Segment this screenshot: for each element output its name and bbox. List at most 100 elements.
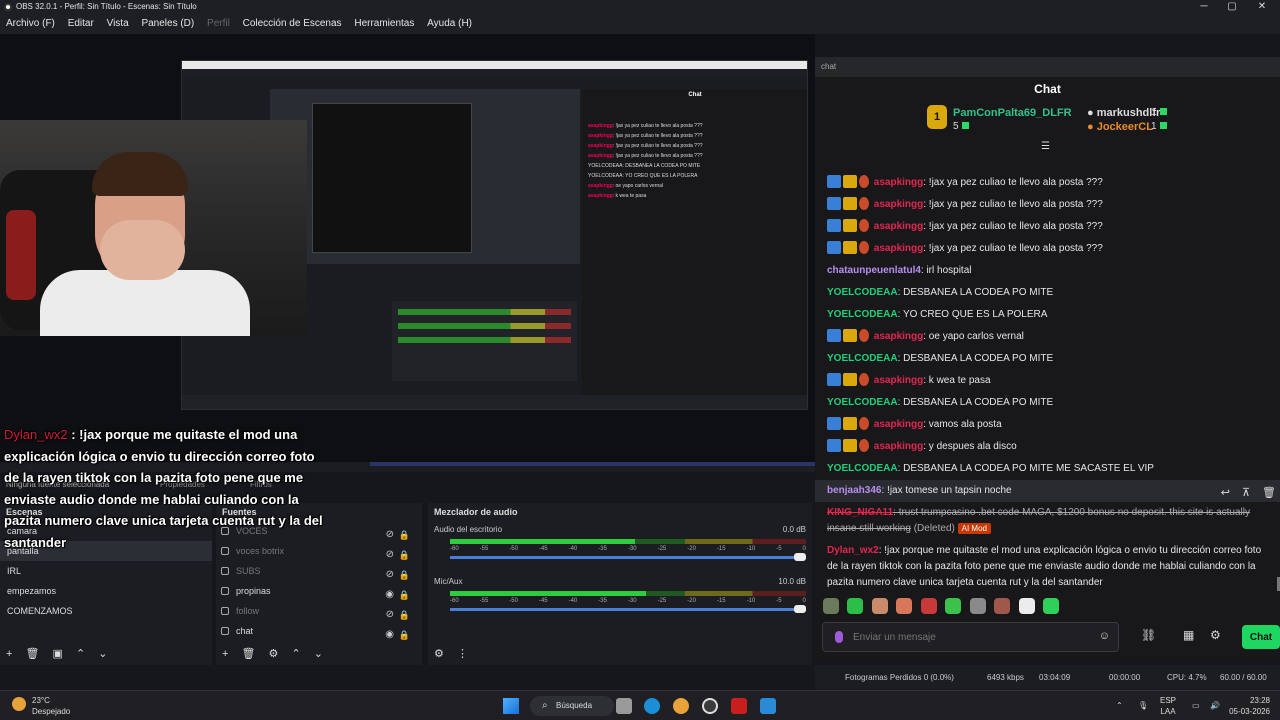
emote-icon[interactable] <box>1043 598 1060 614</box>
volume-icon[interactable]: 🔊 <box>1210 700 1220 711</box>
title-bar: OBS 32.0.1 - Perfil: Sin Título - Escena… <box>0 0 1280 14</box>
volume-knob[interactable] <box>794 605 806 613</box>
menu-vista[interactable]: Vista <box>103 14 133 34</box>
mic-icon[interactable] <box>835 631 843 643</box>
add-source-icon[interactable]: + <box>222 648 228 660</box>
recorder-icon[interactable] <box>731 698 747 714</box>
scale-tick-label: -40 <box>568 546 578 552</box>
source-settings-icon[interactable]: ⚙ <box>269 648 279 660</box>
scale-tick-label: -40 <box>568 598 578 604</box>
clock[interactable]: 23:28 05-03-2026 <box>1226 695 1270 717</box>
store-icon[interactable]: ▦ <box>1183 628 1194 642</box>
gift-icon <box>961 122 969 129</box>
chat-input-box[interactable]: ☺ <box>822 622 1119 652</box>
chat-messages: asapkingg: !jax ya pez culiao te llevo a… <box>815 172 1280 592</box>
leader-first-name[interactable]: PamConPalta69_DLFR <box>953 107 1072 119</box>
move-up-icon[interactable]: ⌃ <box>76 648 85 660</box>
chat-message-hovered[interactable]: benjaah346: !jax tomese un tapsin noche … <box>815 480 1280 502</box>
more-icon[interactable]: ⋮ <box>457 648 468 660</box>
chat-send-button[interactable]: Chat <box>1242 625 1280 649</box>
source-item[interactable]: chat ◉ 🔒 <box>216 621 422 641</box>
delete-icon[interactable]: 🗑 <box>1262 487 1276 499</box>
network-icon[interactable]: ▭ <box>1192 700 1200 711</box>
chat-message: YOELCODEAA: DESBANEA LA CODEA PO MITE <box>827 353 1054 364</box>
windows-start-icon[interactable] <box>503 698 519 714</box>
source-item[interactable]: SUBS ⊘ 🔒 <box>216 561 422 581</box>
emoji-icon[interactable]: ☺ <box>1099 630 1110 642</box>
scene-item[interactable]: COMENZAMOS <box>0 601 212 621</box>
add-scene-icon[interactable]: + <box>6 648 12 660</box>
reply-icon[interactable]: ↩ <box>1221 487 1230 499</box>
taskbar-search[interactable]: ⌕ Búsqueda <box>530 696 614 716</box>
pin-icon[interactable]: ⊼ <box>1242 487 1250 499</box>
crown-badge-icon <box>843 329 857 342</box>
edge-icon[interactable] <box>644 698 660 714</box>
tray-chevron-icon[interactable]: ⌃ <box>1116 700 1123 711</box>
menu-archivo[interactable]: Archivo (F) <box>2 14 59 34</box>
menu-bar: Archivo (F) Editar Vista Paneles (D) Per… <box>0 14 1280 34</box>
connect-icon[interactable]: ⛓ <box>1141 628 1156 642</box>
task-view-icon[interactable] <box>616 698 632 714</box>
chat-dock: chat Chat 1 PamConPalta69_DLFR 5 ● marku… <box>815 57 1280 662</box>
scene-item[interactable]: IRL <box>0 561 212 581</box>
status-bar: Fotogramas Perdidos 0 (0.0%) 6493 kbps 0… <box>815 665 1280 707</box>
crown-badge-icon <box>843 197 857 210</box>
chrome-icon[interactable] <box>673 698 689 714</box>
lock-icon[interactable]: 🔒 <box>399 625 410 645</box>
source-item[interactable]: follow ⊘ 🔒 <box>216 601 422 621</box>
source-item[interactable]: propinas ◉ 🔒 <box>216 581 422 601</box>
scene-item[interactable]: empezamos <box>0 581 212 601</box>
emote-icon[interactable] <box>871 598 888 614</box>
volume-slider[interactable] <box>450 608 806 611</box>
scale-tick-label: 0 <box>802 546 806 552</box>
emote-icon[interactable] <box>994 598 1011 614</box>
menu-coleccion[interactable]: Colección de Escenas <box>239 14 346 34</box>
menu-paneles[interactable]: Paneles (D) <box>137 14 198 34</box>
emote-icon[interactable] <box>945 598 962 614</box>
emote-icon[interactable] <box>823 598 839 614</box>
leader-third-name[interactable]: ● JockeerCL <box>1087 121 1153 133</box>
crown-badge-icon <box>843 219 857 232</box>
scene-filter-icon[interactable]: ▣ <box>53 648 63 660</box>
browser-source-icon <box>221 607 229 615</box>
emote-icon[interactable] <box>847 598 864 614</box>
menu-herramientas[interactable]: Herramientas <box>350 14 418 34</box>
maximize-icon[interactable]: ▢ <box>1218 0 1246 14</box>
emote-icon[interactable] <box>969 598 986 614</box>
mixer-settings-icon[interactable]: ⚙ <box>434 648 444 660</box>
move-up-icon[interactable]: ⌃ <box>291 648 300 660</box>
scale-tick-label: -45 <box>538 598 548 604</box>
tray-mic-icon[interactable]: 🎙 <box>1138 700 1148 711</box>
eye-icon[interactable]: ◉ <box>385 625 394 645</box>
language-indicator[interactable]: ESP LAA <box>1160 695 1176 717</box>
remove-source-icon[interactable]: 🗑 <box>242 648 256 660</box>
menu-ayuda[interactable]: Ayuda (H) <box>423 14 476 34</box>
chat-input[interactable] <box>853 629 1093 645</box>
remove-scene-icon[interactable]: 🗑 <box>26 648 40 660</box>
verified-badge-icon <box>827 197 841 210</box>
fire-badge-icon <box>859 439 869 452</box>
webcam-feed <box>0 120 307 336</box>
app-icon[interactable] <box>760 698 776 714</box>
expand-icon[interactable]: ☰ <box>1041 141 1050 152</box>
fire-badge-icon <box>859 241 869 254</box>
emote-icon[interactable] <box>1018 598 1035 614</box>
emote-icon[interactable] <box>920 598 937 614</box>
fire-badge-icon <box>859 219 869 232</box>
menu-perfil[interactable]: Perfil <box>203 14 234 34</box>
volume-slider[interactable] <box>450 556 806 559</box>
minimize-icon[interactable]: ─ <box>1190 0 1218 14</box>
move-down-icon[interactable]: ⌄ <box>98 648 107 660</box>
weather-widget[interactable]: 23°C Despejado <box>12 695 70 717</box>
volume-knob[interactable] <box>794 553 806 561</box>
leader-second-name[interactable]: ● markushdlfr <box>1087 107 1160 119</box>
cpu-usage: CPU: 4.7% <box>1167 673 1207 682</box>
settings-icon[interactable]: ⚙ <box>1210 628 1221 642</box>
menu-editar[interactable]: Editar <box>64 14 98 34</box>
emote-icon[interactable] <box>896 598 913 614</box>
close-icon[interactable]: ✕ <box>1248 0 1276 14</box>
obs-icon[interactable] <box>702 698 718 714</box>
crown-badge-icon <box>843 439 857 452</box>
chat-message: YOELCODEAA: DESBANEA LA CODEA PO MITE ME… <box>827 463 1154 474</box>
move-down-icon[interactable]: ⌄ <box>314 648 323 660</box>
